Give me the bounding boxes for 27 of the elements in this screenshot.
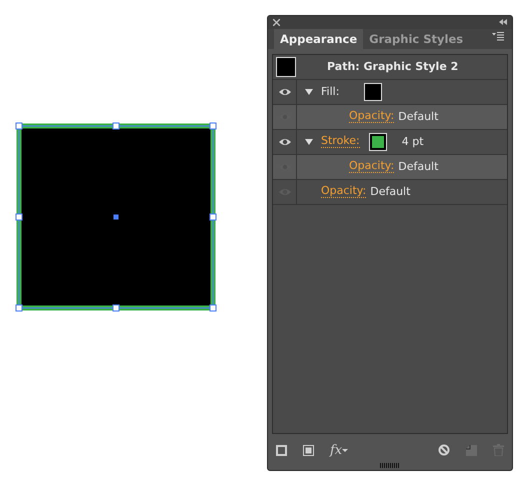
appearance-title: Path: Graphic Style 2	[326, 58, 458, 75]
attribute-value: Default	[398, 158, 438, 175]
disclosure-triangle-icon[interactable]	[305, 88, 313, 95]
resize-grip-icon[interactable]	[380, 462, 400, 468]
visibility-eye-icon[interactable]	[278, 86, 292, 97]
effects-menu-button[interactable]: fx	[330, 444, 348, 457]
close-icon[interactable]	[273, 18, 280, 26]
color-swatch[interactable]	[370, 134, 386, 150]
attribute-value: Default	[398, 108, 438, 125]
attribute-link[interactable]: Opacity:	[349, 110, 394, 124]
attribute-value: 4 pt	[402, 134, 424, 150]
add-fill-icon[interactable]	[303, 444, 314, 456]
attribute-link[interactable]: Stroke:	[321, 135, 360, 148]
color-swatch[interactable]	[365, 84, 382, 100]
panel-tab[interactable]: Graphic Styles	[363, 28, 470, 49]
caret-icon[interactable]	[342, 448, 348, 452]
attribute-link[interactable]: Opacity:	[349, 160, 394, 174]
collapse-icon[interactable]	[499, 19, 507, 26]
add-stroke-icon[interactable]	[276, 444, 287, 456]
attribute-label: Fill:	[321, 84, 340, 100]
attribute-value: Default	[370, 184, 410, 200]
attribute-link[interactable]: Opacity:	[321, 185, 366, 198]
panel-tab[interactable]: Appearance	[274, 28, 364, 49]
clear-icon[interactable]	[438, 444, 450, 456]
disclosure-triangle-icon[interactable]	[305, 138, 313, 145]
visibility-eye-icon[interactable]	[278, 136, 292, 147]
panel-menu-icon[interactable]	[492, 31, 504, 42]
